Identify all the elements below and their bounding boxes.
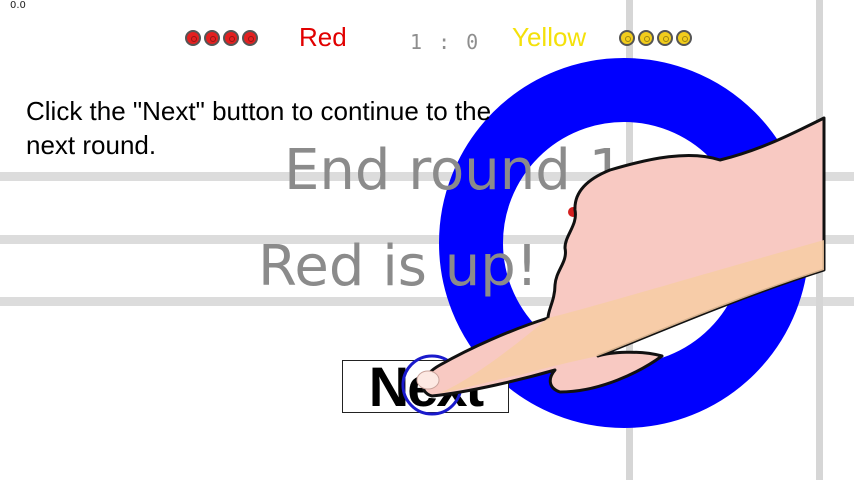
red-team-label: Red [299, 22, 347, 52]
red-stone-icon [185, 30, 201, 46]
red-stone-icon [223, 30, 239, 46]
yellow-stone-icon [657, 30, 673, 46]
next-button[interactable]: Next [342, 359, 509, 415]
yellow-team-label: Yellow [512, 22, 587, 52]
button-center [568, 207, 578, 217]
red-stone-icon [204, 30, 220, 46]
score: 1 : 0 [410, 30, 481, 54]
end-round-message: End round 1 [284, 138, 625, 203]
yellow-stones-remaining [619, 30, 692, 46]
fps-counter: 0.0 [10, 0, 26, 11]
red-stones-remaining [185, 30, 258, 46]
yellow-stone-icon [676, 30, 692, 46]
yellow-stone-icon [638, 30, 654, 46]
yellow-stone-icon [619, 30, 635, 46]
red-stone-icon [242, 30, 258, 46]
turn-message: Red is up! [258, 234, 539, 299]
